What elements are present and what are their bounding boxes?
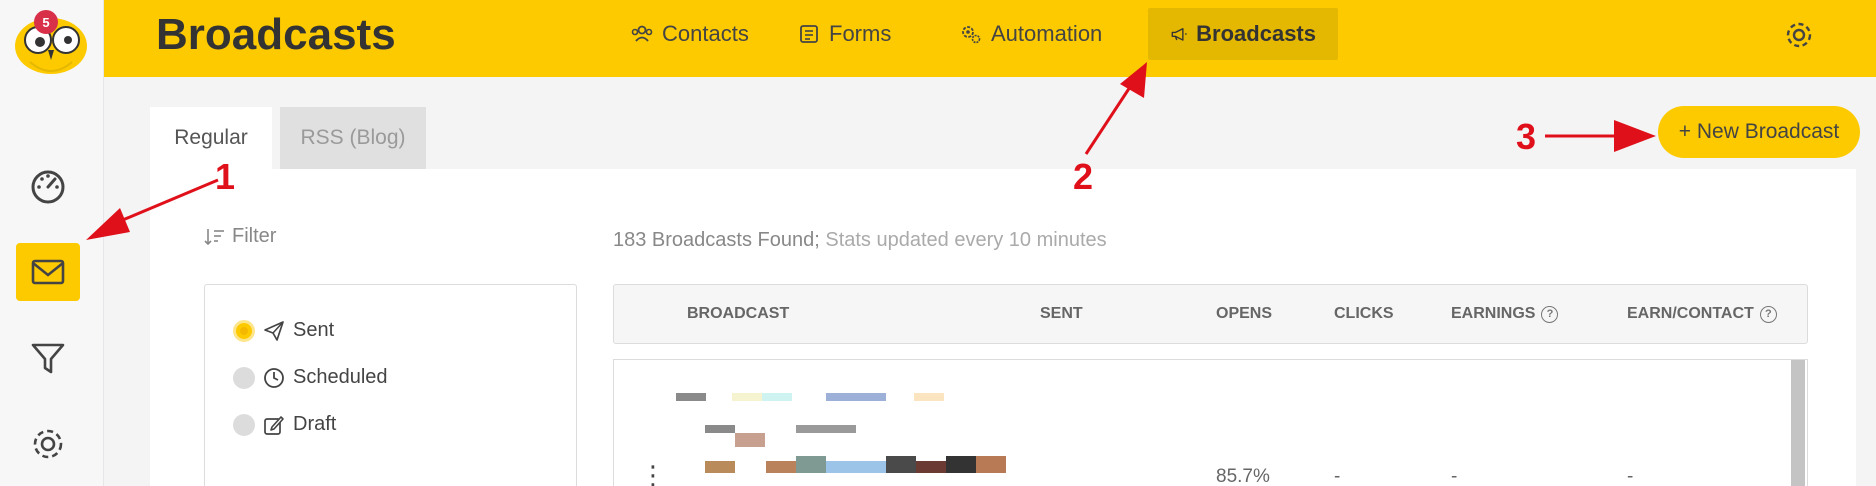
nav-label: Forms <box>829 21 892 46</box>
redacted-text <box>796 456 826 473</box>
page-title: Broadcasts <box>156 10 396 59</box>
broadcasts-nav-button[interactable] <box>16 243 80 301</box>
column-header[interactable]: SENT <box>1040 305 1083 323</box>
column-header[interactable]: OPENS <box>1216 305 1272 323</box>
redacted-text <box>914 393 944 401</box>
left-sidebar: 5 <box>0 0 104 486</box>
broadcasts-table-header: BROADCAST SENT OPENS CLICKS EARNINGS ? E… <box>613 284 1808 344</box>
annotation-arrow-3 <box>1614 120 1656 152</box>
stats-note: Stats updated every 10 minutes <box>819 229 1107 251</box>
tab-regular[interactable]: Regular <box>150 107 272 169</box>
nav-broadcasts[interactable]: Broadcasts <box>1148 8 1338 60</box>
redacted-text <box>826 393 886 401</box>
redacted-text <box>916 461 946 473</box>
nav-label: Broadcasts <box>1196 21 1316 46</box>
redacted-text <box>676 393 706 401</box>
redacted-text <box>766 461 796 473</box>
redacted-text <box>735 433 765 447</box>
nav-automation[interactable]: Automation <box>937 8 1124 60</box>
megaphone-icon <box>1171 28 1187 41</box>
results-count: 183 Broadcasts Found; <box>613 229 820 251</box>
row-opens: 85.7% <box>1216 466 1270 486</box>
clock-icon <box>264 367 284 388</box>
annotation-number: 1 <box>215 156 236 197</box>
row-clicks: - <box>1334 466 1341 486</box>
redacted-text <box>705 461 735 473</box>
status-filter-box: Sent Scheduled Draft <box>204 284 577 486</box>
column-header[interactable]: CLICKS <box>1334 305 1394 323</box>
gear-icon <box>33 429 63 459</box>
redacted-text <box>976 456 1006 473</box>
tab-rss-blog[interactable]: RSS (Blog) <box>280 107 426 169</box>
help-icon[interactable]: ? <box>1541 305 1559 323</box>
paper-plane-icon <box>264 320 284 341</box>
radio-button[interactable] <box>233 366 255 389</box>
redacted-text <box>946 456 976 473</box>
notification-badge[interactable]: 5 <box>34 10 58 34</box>
column-header-earnings[interactable]: EARNINGS ? <box>1451 305 1559 323</box>
filter-option-draft[interactable]: Draft <box>233 413 336 436</box>
vertical-scrollbar[interactable] <box>1791 360 1805 486</box>
column-header-earn-contact[interactable]: EARN/CONTACT ? <box>1627 305 1777 323</box>
row-earnings: - <box>1451 466 1458 486</box>
funnels-nav-button[interactable] <box>16 329 80 387</box>
nav-contacts[interactable]: Contacts <box>608 8 771 60</box>
redacted-text <box>886 456 916 473</box>
redacted-text <box>796 425 856 433</box>
row-earn-contact: - <box>1627 466 1634 486</box>
redacted-text <box>762 393 792 401</box>
redacted-text <box>826 461 886 473</box>
filter-icon <box>31 343 65 374</box>
help-icon[interactable]: ? <box>1759 305 1777 323</box>
envelope-icon <box>31 259 65 285</box>
new-broadcast-button[interactable]: + New Broadcast <box>1658 106 1860 158</box>
users-icon <box>631 25 653 42</box>
filter-option-label: Draft <box>293 413 337 435</box>
edit-icon <box>264 415 284 435</box>
annotation-number: 3 <box>1516 116 1537 157</box>
row-actions-menu-icon[interactable]: ⋮ <box>640 462 666 486</box>
radio-button[interactable] <box>233 413 255 436</box>
filter-option-scheduled[interactable]: Scheduled <box>233 366 388 389</box>
sort-icon <box>204 228 224 245</box>
annotation-number: 2 <box>1073 156 1094 197</box>
redacted-text <box>705 425 735 433</box>
column-header-label: EARN/CONTACT <box>1627 305 1754 322</box>
filter-toggle[interactable]: Filter <box>204 225 276 248</box>
filter-option-label: Scheduled <box>293 366 388 388</box>
gear-icon[interactable] <box>1782 18 1816 52</box>
column-header[interactable]: BROADCAST <box>687 305 789 323</box>
speedometer-icon <box>31 170 65 204</box>
results-summary: 183 Broadcasts Found; Stats updated ever… <box>613 229 1107 252</box>
filter-label: Filter <box>232 225 277 247</box>
owl-logo[interactable]: 5 <box>10 4 92 78</box>
top-bar: Broadcasts Contacts Forms Automation Bro… <box>104 0 1876 77</box>
nav-label: Contacts <box>662 21 749 46</box>
filter-option-label: Sent <box>293 319 335 341</box>
settings-nav-button[interactable] <box>16 415 80 473</box>
nav-forms[interactable]: Forms <box>775 8 913 60</box>
filter-option-sent[interactable]: Sent <box>233 319 334 342</box>
dashboard-nav-button[interactable] <box>16 156 80 214</box>
redacted-text <box>732 393 762 401</box>
nav-label: Automation <box>991 21 1103 46</box>
radio-button[interactable] <box>233 319 255 342</box>
column-header-label: EARNINGS <box>1451 305 1536 322</box>
form-icon <box>800 25 818 43</box>
gears-icon <box>962 26 981 44</box>
